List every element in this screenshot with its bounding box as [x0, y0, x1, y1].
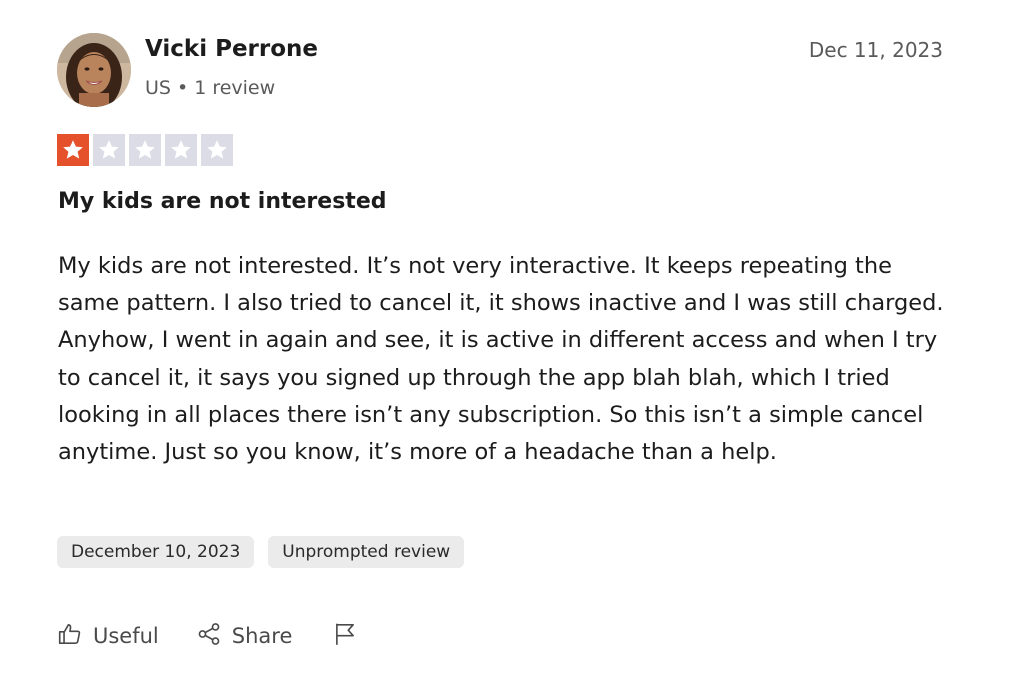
review-title[interactable]: My kids are not interested [58, 189, 387, 214]
report-button[interactable] [332, 621, 358, 652]
reviewer-meta: US • 1 review [145, 77, 275, 99]
reviewer-country: US [145, 77, 171, 99]
useful-button[interactable]: Useful [57, 621, 159, 652]
star-empty-icon [165, 134, 197, 166]
thumbs-up-icon [57, 621, 83, 652]
star-empty-icon [129, 134, 161, 166]
reviewer-review-count[interactable]: 1 review [194, 77, 275, 99]
avatar-photo [57, 33, 131, 107]
review-type-tag[interactable]: Unprompted review [268, 536, 465, 568]
share-icon [196, 621, 222, 652]
star-filled-icon [57, 134, 89, 166]
flag-icon [332, 621, 358, 652]
share-button[interactable]: Share [196, 621, 293, 652]
review-actions: Useful Share [57, 620, 358, 652]
review-tags: December 10, 2023 Unprompted review [57, 536, 465, 568]
experience-date-tag: December 10, 2023 [57, 536, 255, 568]
star-rating [57, 134, 233, 166]
star-empty-icon [93, 134, 125, 166]
review-body: My kids are not interested. It’s not ver… [58, 253, 944, 466]
star-empty-icon [201, 134, 233, 166]
avatar[interactable] [57, 33, 131, 107]
meta-separator: • [176, 77, 189, 99]
reviewer-name[interactable]: Vicki Perrone [145, 36, 318, 62]
useful-label: Useful [93, 624, 159, 648]
share-label: Share [231, 624, 293, 648]
review-date: Dec 11, 2023 [808, 38, 943, 62]
